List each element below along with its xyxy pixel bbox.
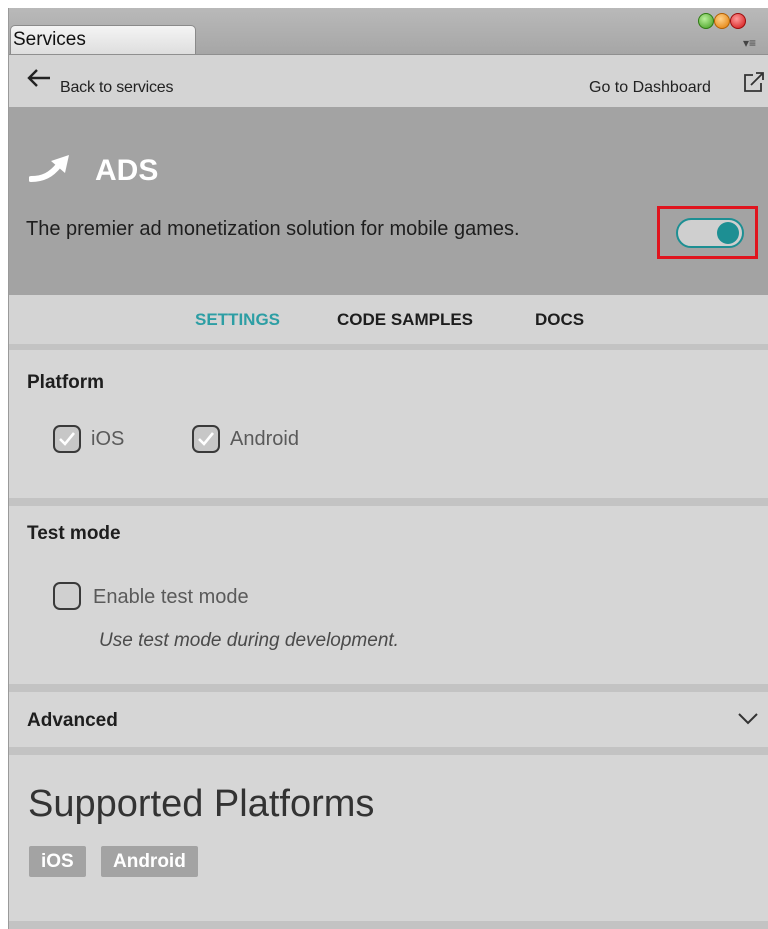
service-header: ADS The premier ad monetization solution…: [9, 107, 768, 295]
tab-bar: SETTINGS CODE SAMPLES DOCS: [9, 295, 768, 350]
service-title: ADS: [95, 154, 159, 187]
window-tab[interactable]: Services: [10, 25, 196, 54]
supported-platforms-section: Supported Platforms iOS Android: [9, 755, 768, 929]
test-mode-label: Enable test mode: [93, 586, 249, 608]
title-bar: Services ▾≡: [9, 8, 768, 55]
test-mode-title: Test mode: [27, 523, 121, 544]
supported-platforms-title: Supported Platforms: [28, 783, 375, 825]
platform-title: Platform: [27, 372, 105, 393]
test-mode-section: Test mode Enable test mode Use test mode…: [9, 506, 768, 692]
maximize-button[interactable]: [698, 13, 714, 29]
services-window: Services ▾≡ Back to services Go to Dashb…: [8, 8, 768, 929]
nav-bar: Back to services Go to Dashboard: [9, 55, 768, 107]
test-mode-checkbox[interactable]: [53, 582, 81, 610]
check-icon: [59, 432, 76, 446]
advanced-title: Advanced: [27, 710, 118, 731]
ios-label: iOS: [91, 428, 125, 450]
back-to-services-link[interactable]: Back to services: [60, 79, 173, 97]
advanced-section[interactable]: Advanced: [9, 692, 768, 755]
service-enable-toggle[interactable]: [676, 218, 744, 248]
android-label: Android: [230, 428, 299, 450]
ads-arrow-icon: [29, 155, 69, 182]
minimize-button[interactable]: [714, 13, 730, 29]
platform-badge-android: Android: [101, 846, 198, 877]
back-arrow-icon[interactable]: [27, 69, 51, 87]
go-to-dashboard-link[interactable]: Go to Dashboard: [589, 79, 711, 97]
android-checkbox[interactable]: [192, 425, 220, 453]
menu-icon[interactable]: ▾≡: [743, 36, 756, 50]
chevron-down-icon[interactable]: [737, 712, 759, 726]
close-button[interactable]: [730, 13, 746, 29]
external-link-icon[interactable]: [742, 70, 766, 94]
check-icon: [198, 432, 215, 446]
toggle-knob: [717, 222, 739, 244]
test-mode-hint: Use test mode during development.: [99, 630, 399, 651]
tab-docs[interactable]: DOCS: [535, 310, 584, 330]
tab-settings[interactable]: SETTINGS: [195, 310, 280, 330]
platform-section: Platform iOS Android: [9, 350, 768, 506]
platform-badge-ios: iOS: [29, 846, 86, 877]
service-description: The premier ad monetization solution for…: [26, 218, 520, 240]
tab-code-samples[interactable]: CODE SAMPLES: [337, 310, 473, 330]
ios-checkbox[interactable]: [53, 425, 81, 453]
